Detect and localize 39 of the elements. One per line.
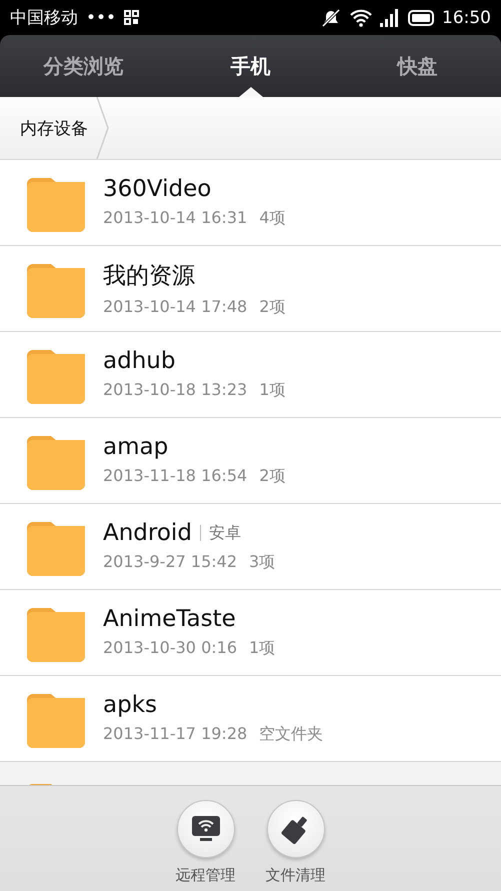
- tab[interactable]: 分类浏览: [44, 52, 124, 80]
- item-count: 1项: [249, 638, 276, 659]
- notification-dots: •••: [86, 8, 116, 28]
- clock-time: 16:50: [442, 8, 491, 28]
- item-count: 2项: [259, 466, 286, 487]
- folder-name: 360Video: [103, 176, 212, 202]
- modified-date: 2013-10-30 0:16: [103, 638, 237, 659]
- item-count: 4项: [259, 208, 286, 229]
- item-count: 空文件夹: [259, 724, 324, 745]
- signal-icon: [380, 8, 400, 26]
- item-count: 1项: [259, 380, 286, 401]
- wifi-icon: [350, 8, 372, 26]
- modified-date: 2013-10-14 16:31: [103, 208, 248, 229]
- modified-date: 2013-10-18 13:23: [103, 380, 248, 401]
- folder-name: AnimeTaste: [103, 606, 236, 632]
- action-label: 文件清理: [266, 866, 326, 885]
- item-count: 2项: [259, 296, 286, 318]
- modified-date: 2013-11-18 16:54: [103, 466, 248, 487]
- mute-icon: [320, 8, 342, 26]
- remote-manage-button[interactable]: [176, 800, 234, 858]
- carrier-name: 中国移动: [10, 7, 78, 29]
- folder-name: Android: [103, 520, 192, 546]
- file-clean-button[interactable]: [266, 800, 324, 858]
- folder-name: amap: [103, 434, 168, 460]
- folder-name: apks: [103, 692, 157, 718]
- folder-alias: 安卓: [208, 522, 241, 544]
- item-count: 3项: [249, 552, 276, 573]
- battery-icon: [408, 10, 434, 26]
- breadcrumb-item[interactable]: 内存设备: [0, 97, 96, 159]
- tab[interactable]: 手机: [230, 52, 270, 80]
- folder-name: adhub: [103, 348, 176, 374]
- monitor-wifi-icon: [190, 815, 220, 843]
- modified-date: 2013-11-17 19:28: [103, 724, 248, 745]
- action-label: 远程管理: [176, 866, 236, 885]
- modified-date: 2013-10-14 17:48: [103, 296, 248, 318]
- grid-icon: [124, 10, 140, 25]
- folder-name: 我的资源: [103, 262, 195, 290]
- modified-date: 2013-9-27 15:42: [103, 552, 237, 573]
- tab[interactable]: 快盘: [398, 52, 438, 80]
